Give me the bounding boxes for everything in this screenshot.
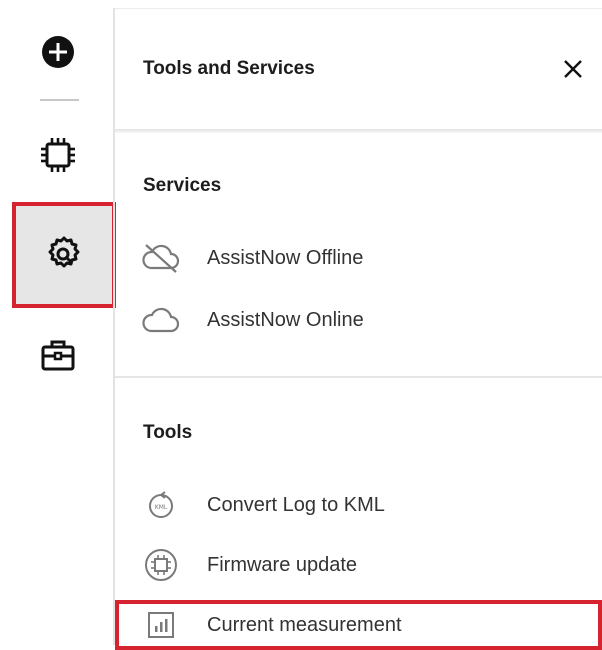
cloud-icon xyxy=(137,300,185,340)
kml-convert-icon: KML xyxy=(137,485,185,525)
tools-services-panel: Tools and Services Services AssistNow Of… xyxy=(115,0,602,645)
tools-services-icon xyxy=(48,236,80,268)
service-item-assistnow-online[interactable]: AssistNow Online xyxy=(137,298,597,342)
measurement-chart-icon xyxy=(137,605,185,645)
add-button[interactable] xyxy=(20,17,96,87)
devices-button[interactable] xyxy=(20,120,96,190)
left-rail xyxy=(0,0,116,645)
service-item-label: AssistNow Offline xyxy=(207,246,364,269)
tools-services-button[interactable] xyxy=(12,202,116,308)
svg-text:KML: KML xyxy=(155,504,168,511)
close-icon xyxy=(564,60,582,78)
tool-item-convert-log-to-kml[interactable]: KML Convert Log to KML xyxy=(137,483,597,527)
section-divider xyxy=(115,376,602,378)
close-button[interactable] xyxy=(557,53,589,85)
header-divider xyxy=(115,129,602,133)
tools-section-title: Tools xyxy=(143,422,193,443)
tool-item-label: Convert Log to KML xyxy=(207,493,385,516)
service-item-label: AssistNow Online xyxy=(207,308,364,331)
tool-item-firmware-update[interactable]: Firmware update xyxy=(137,543,597,587)
toolbox-button[interactable] xyxy=(20,320,96,390)
tool-item-label: Firmware update xyxy=(207,553,358,576)
chip-icon xyxy=(41,138,75,172)
services-section-title: Services xyxy=(143,175,222,196)
cloud-offline-icon xyxy=(137,238,185,278)
panel-top-line xyxy=(115,8,602,9)
briefcase-icon xyxy=(41,340,75,371)
firmware-update-icon xyxy=(137,545,185,585)
tool-item-current-measurement[interactable]: Current measurement xyxy=(115,600,602,650)
service-item-assistnow-offline[interactable]: AssistNow Offline xyxy=(137,236,597,280)
add-icon xyxy=(42,36,74,68)
tool-item-label: Current measurement xyxy=(207,613,402,636)
rail-divider xyxy=(40,99,79,101)
panel-title: Tools and Services xyxy=(143,58,315,79)
